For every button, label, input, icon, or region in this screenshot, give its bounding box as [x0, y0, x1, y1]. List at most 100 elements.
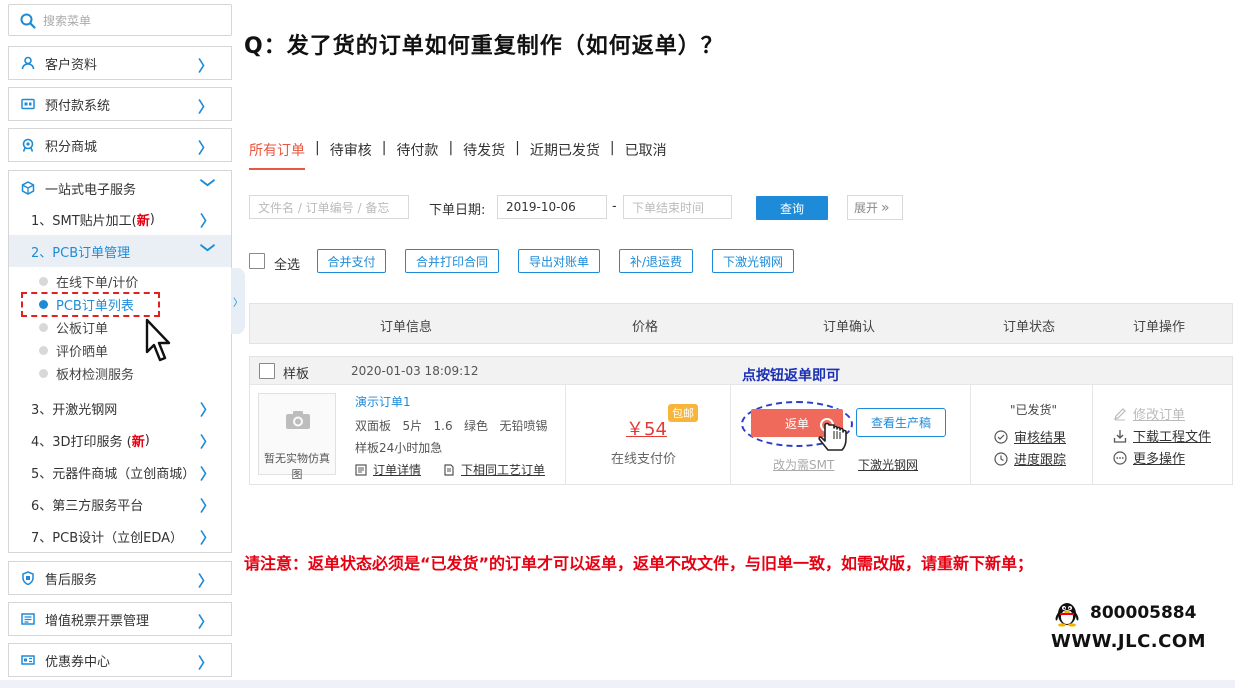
chevron-right-icon: 〉 — [200, 431, 215, 452]
tab-pending-shipment[interactable]: 待发货 — [463, 140, 505, 168]
qq-contact: 800005884 — [1054, 599, 1196, 627]
sidebar-sub-components[interactable]: 5、元器件商城（立创商城） 〉 — [9, 456, 231, 488]
reorder-same-process-link[interactable]: 下相同工艺订单 — [443, 461, 545, 478]
sidebar-sub-label: 3、开激光钢网 — [31, 399, 117, 418]
order-specs: 双面板 5片 1.6 绿色 无铅喷锡 — [355, 417, 548, 434]
coupon-icon — [21, 653, 35, 667]
sidebar-item-label: 售后服务 — [45, 569, 97, 588]
sidebar-sub-3d-print[interactable]: 4、3D打印服务 (新) 〉 — [9, 424, 231, 456]
tab-pending-review[interactable]: 待审核 — [330, 140, 372, 168]
change-to-smt-link[interactable]: 改为需SMT — [773, 456, 834, 473]
order-price: ￥54 — [626, 415, 667, 441]
website-url: WWW.JLC.COM — [1051, 631, 1206, 652]
sidebar-leaf-label: 板材检测服务 — [56, 364, 134, 383]
progress-tracking-link[interactable]: 进度跟踪 — [994, 449, 1066, 468]
chevron-right-icon: 〉 — [198, 137, 213, 158]
hand-pointer-icon — [818, 417, 852, 455]
qq-number: 800005884 — [1090, 603, 1196, 623]
audit-result-link[interactable]: 审核结果 — [994, 427, 1066, 446]
date-to-input[interactable]: 下单结束时间 — [623, 195, 732, 219]
edit-icon — [1113, 407, 1127, 421]
order-datetime: 2020-01-03 18:09:12 — [351, 364, 478, 378]
col-price: 价格 — [632, 316, 658, 335]
keyword-search-input[interactable]: 文件名 / 订单编号 / 备忘 — [249, 195, 409, 219]
sidebar-sub-pcb-orders[interactable]: 2、PCB订单管理 〉 — [9, 235, 231, 267]
sidebar-item-invoice[interactable]: 增值税票开票管理 〉 — [8, 602, 232, 636]
sidebar-item-customer[interactable]: 客户资料 〉 — [8, 46, 232, 80]
more-actions-link[interactable]: 更多操作 — [1113, 448, 1185, 467]
more-icon — [1113, 451, 1127, 465]
reorder-label: 下相同工艺订单 — [461, 461, 545, 478]
order-row: 样板 2020-01-03 18:09:12 点按钮返单即可 暂无实物仿真图 演… — [249, 356, 1233, 485]
sidebar-leaf-review[interactable]: 评价晒单 — [39, 339, 108, 361]
sidebar-leaf-online-order[interactable]: 在线下单/计价 — [39, 270, 138, 292]
download-files-link[interactable]: 下载工程文件 — [1113, 426, 1211, 445]
date-from-input[interactable]: 2019-10-06 — [497, 195, 607, 219]
sidebar-group-electronics: 一站式电子服务 〉 1、SMT贴片加工(新) 〉 2、PCB订单管理 〉 在线下… — [8, 170, 232, 553]
sidebar-leaf-material-test[interactable]: 板材检测服务 — [39, 362, 134, 384]
medal-icon — [21, 138, 35, 152]
date-separator: - — [612, 199, 617, 214]
menu-search-input[interactable] — [43, 11, 223, 31]
cube-icon — [21, 181, 35, 195]
col-order-actions: 订单操作 — [1133, 316, 1185, 335]
sidebar-collapse-toggle[interactable]: 〉 — [231, 268, 245, 334]
tab-cancelled[interactable]: 已取消 — [625, 140, 667, 168]
sidebar-sub-pcb-design[interactable]: 7、PCB设计（立创EDA） 〉 — [9, 520, 231, 552]
order-detail-link[interactable]: 订单详情 — [355, 461, 421, 478]
view-production-button[interactable]: 查看生产稿 — [856, 408, 946, 437]
tab-all-orders[interactable]: 所有订单 — [249, 140, 305, 170]
merge-pay-button[interactable]: 合并支付 — [317, 249, 386, 273]
sidebar-item-label: 客户资料 — [45, 54, 97, 73]
select-all-checkbox[interactable] — [249, 253, 265, 269]
menu-search[interactable] — [8, 4, 232, 36]
order-stencil-button[interactable]: 下激光钢网 — [712, 249, 794, 273]
modify-order-link[interactable]: 修改订单 — [1113, 404, 1185, 423]
sidebar-sub-label: 1、SMT贴片加工( — [31, 210, 137, 229]
export-statement-button[interactable]: 导出对账单 — [518, 249, 600, 273]
modify-label: 修改订单 — [1133, 404, 1185, 423]
merge-print-contract-button[interactable]: 合并打印合同 — [405, 249, 499, 273]
tab-pending-payment[interactable]: 待付款 — [396, 140, 438, 168]
sidebar-item-prepay[interactable]: 预付款系统 〉 — [8, 87, 232, 121]
sidebar-item-label: 增值税票开票管理 — [45, 610, 149, 629]
chevron-right-icon: 〉 — [200, 495, 215, 516]
shield-icon — [21, 571, 35, 585]
expand-button[interactable]: 展开» — [847, 195, 903, 220]
sidebar-item-points[interactable]: 积分商城 〉 — [8, 128, 232, 162]
tab-recently-shipped[interactable]: 近期已发货 — [530, 140, 600, 168]
qq-penguin-icon — [1054, 599, 1080, 627]
order-status: "已发货" — [1010, 401, 1057, 418]
wallet-icon — [21, 97, 35, 111]
sidebar-sub-third-party[interactable]: 6、第三方服务平台 〉 — [9, 488, 231, 520]
sidebar-leaf-label: 公板订单 — [56, 318, 108, 337]
sidebar-group-label: 一站式电子服务 — [45, 179, 136, 198]
shipping-fee-button[interactable]: 补/退运费 — [619, 249, 693, 273]
sidebar-sub-stencil[interactable]: 3、开激光钢网 〉 — [9, 392, 231, 424]
tab-separator: | — [610, 140, 615, 156]
sidebar-item-label: 积分商城 — [45, 136, 97, 155]
column-divider — [730, 385, 731, 485]
order-lead-time: 样板24小时加急 — [355, 439, 442, 456]
tab-separator: | — [315, 140, 320, 156]
chevron-right-icon: 〉 — [200, 399, 215, 420]
sidebar-sub-label: 7、PCB设计（立创EDA） — [31, 527, 183, 546]
bullet-dot — [39, 346, 48, 355]
sidebar-leaf-public-board[interactable]: 公板订单 — [39, 316, 108, 338]
tab-separator: | — [382, 140, 387, 156]
sidebar-sub-smt[interactable]: 1、SMT贴片加工(新) 〉 — [9, 203, 231, 235]
stencil-link[interactable]: 下激光钢网 — [858, 456, 918, 473]
bullet-dot — [39, 369, 48, 378]
order-name-link[interactable]: 演示订单1 — [355, 393, 411, 410]
list-icon — [355, 464, 367, 476]
sidebar-sub-label: 2、PCB订单管理 — [31, 242, 130, 261]
no-image-text: 暂无实物仿真图 — [259, 450, 335, 482]
download-icon — [1113, 429, 1127, 443]
order-checkbox[interactable] — [259, 363, 275, 379]
sidebar-item-after-sales[interactable]: 售后服务 〉 — [8, 561, 232, 595]
query-button[interactable]: 查询 — [756, 196, 828, 220]
sidebar-group-header[interactable]: 一站式电子服务 〉 — [9, 171, 231, 205]
highlight-box-pcb-list — [21, 292, 160, 317]
sidebar-item-coupons[interactable]: 优惠券中心 〉 — [8, 643, 232, 677]
select-all-label: 全选 — [274, 254, 300, 273]
